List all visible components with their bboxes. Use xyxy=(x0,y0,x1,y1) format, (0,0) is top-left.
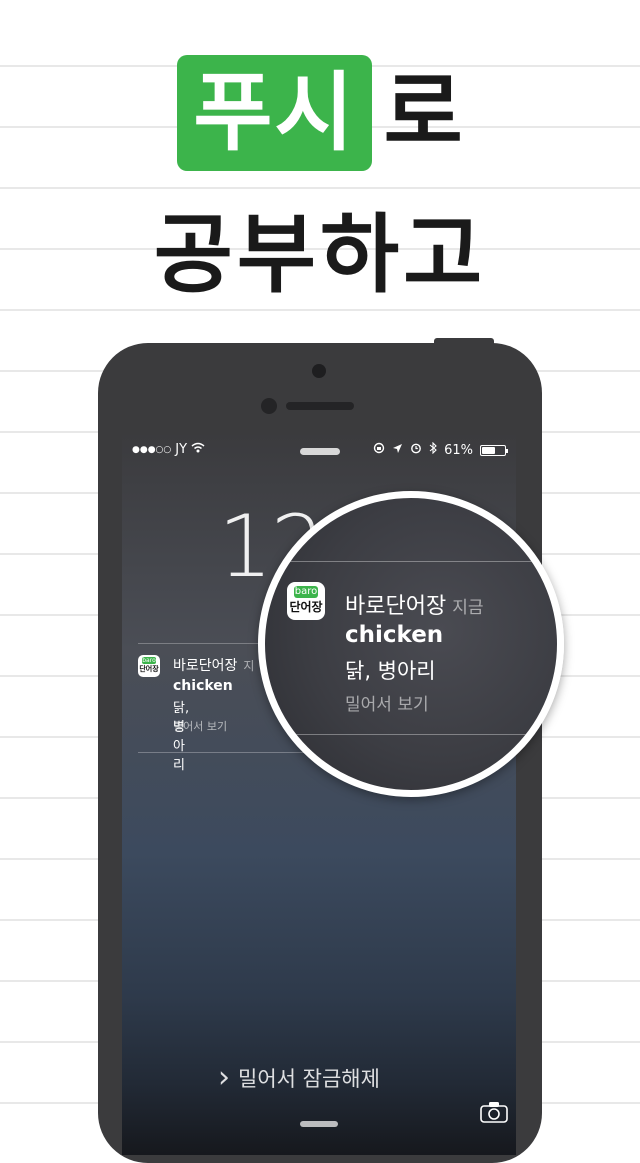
headline-highlight: 푸시 xyxy=(177,55,372,171)
phone-sensor-dot xyxy=(312,364,326,378)
orientation-lock-icon xyxy=(373,442,385,458)
magnified-divider-top xyxy=(265,561,557,562)
control-center-grabber[interactable] xyxy=(300,1121,338,1127)
notification-center-grabber[interactable] xyxy=(300,448,340,455)
notification-meaning: 닭, 병아리 xyxy=(173,701,190,773)
camera-icon[interactable] xyxy=(480,1101,508,1127)
signal-strength: ●●●○○ xyxy=(132,444,172,455)
status-bar-right: 61% xyxy=(373,441,508,458)
headline-line1-tail: 로 xyxy=(383,63,463,163)
headline: 푸시 로 공부하고 xyxy=(0,52,640,310)
carrier-name: JY xyxy=(175,442,188,457)
notification-slide-action[interactable]: 밀어서 보기 xyxy=(173,718,227,734)
magnified-app-row: 바로단어장 지금 xyxy=(345,588,483,620)
battery-percent: 61% xyxy=(444,442,473,458)
front-camera xyxy=(261,398,277,414)
status-bar: ●●●○○ JY 61% xyxy=(122,435,516,465)
battery-icon xyxy=(480,444,508,456)
baro-app-icon: baro 단어장 xyxy=(138,655,160,677)
app-icon-label-bottom: 단어장 xyxy=(139,665,159,673)
location-icon xyxy=(392,443,403,458)
magnified-notification: baro 단어장 바로단어장 지금 chicken 닭, 병아리 밀어서 보기 xyxy=(258,491,564,797)
headline-line-2: 공부하고 xyxy=(153,205,487,305)
magnified-word: chicken xyxy=(345,622,444,648)
battery-level-fill xyxy=(482,446,496,454)
notification-word: chicken xyxy=(173,678,233,694)
battery-nub xyxy=(506,448,508,453)
magnified-meaning: 닭, 병아리 xyxy=(345,659,436,683)
earpiece-speaker xyxy=(286,402,354,410)
notification-app-name: 바로단어장 xyxy=(173,658,238,674)
slide-to-unlock-label: 밀어서 잠금해제 xyxy=(238,1067,380,1091)
magnified-time: 지금 xyxy=(452,598,484,618)
bluetooth-icon xyxy=(429,441,437,458)
magnified-app-name: 바로단어장 xyxy=(345,594,447,619)
magnified-baro-app-icon: baro 단어장 xyxy=(287,582,325,620)
status-bar-left: ●●●○○ JY xyxy=(132,442,205,457)
alarm-icon xyxy=(410,442,422,458)
magnified-divider-bottom xyxy=(265,734,557,735)
wifi-icon xyxy=(191,442,205,457)
app-icon-label-top: baro xyxy=(142,657,156,664)
headline-line-1: 푸시 로 xyxy=(0,52,640,174)
notification-time: 지 xyxy=(243,659,255,673)
slide-to-unlock[interactable]: › 밀어서 잠금해제 xyxy=(218,1063,380,1093)
chevron-right-icon: › xyxy=(218,1060,230,1095)
notification-app-row: 바로단어장 지 xyxy=(173,655,254,675)
magnified-slide-action: 밀어서 보기 xyxy=(345,695,429,715)
magnified-app-icon-label-top: baro xyxy=(294,586,318,598)
magnified-app-icon-label-bottom: 단어장 xyxy=(289,600,323,614)
